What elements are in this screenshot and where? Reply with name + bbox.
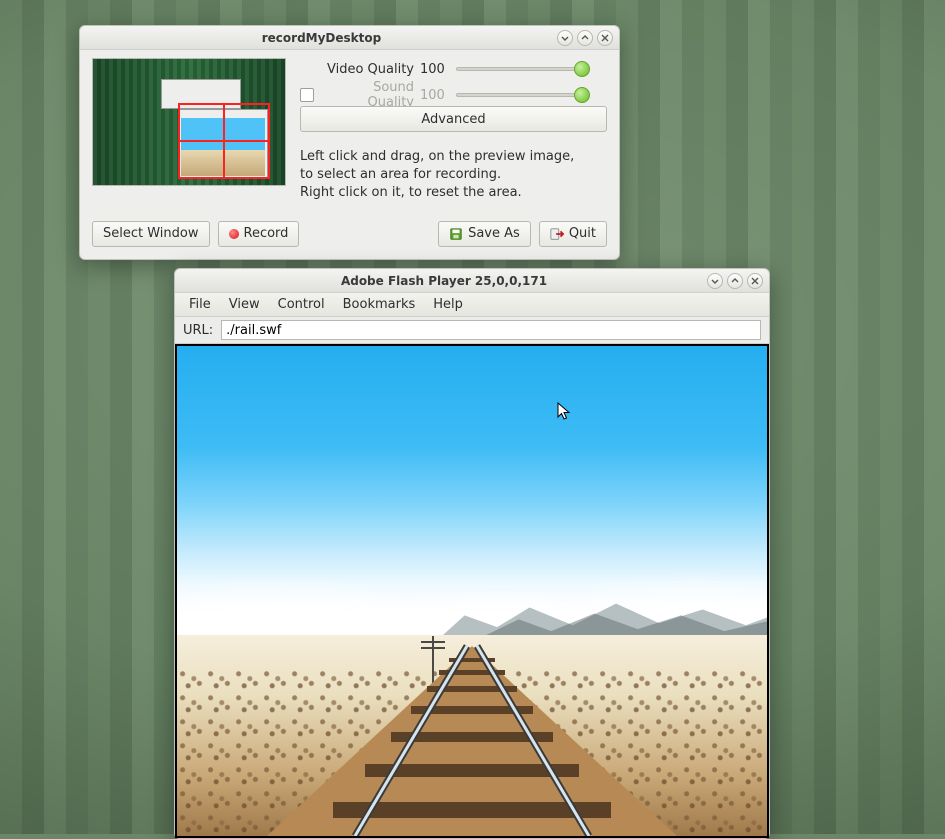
record-button[interactable]: Record xyxy=(218,221,300,247)
window-title: Adobe Flash Player 25,0,0,171 xyxy=(181,274,707,288)
sound-quality-slider[interactable] xyxy=(456,93,583,97)
menu-bookmarks[interactable]: Bookmarks xyxy=(335,295,424,314)
recording-preview[interactable] xyxy=(92,58,286,186)
menubar: File View Control Bookmarks Help xyxy=(175,293,769,317)
record-icon xyxy=(229,229,239,239)
advanced-button[interactable]: Advanced xyxy=(300,106,607,132)
menu-help[interactable]: Help xyxy=(425,295,471,314)
minimize-button[interactable] xyxy=(557,30,573,46)
url-label: URL: xyxy=(183,323,213,338)
window-title: recordMyDesktop xyxy=(86,31,557,45)
quit-icon xyxy=(550,227,564,241)
flash-player-window: Adobe Flash Player 25,0,0,171 File View … xyxy=(174,268,770,839)
menu-file[interactable]: File xyxy=(181,295,219,314)
menu-control[interactable]: Control xyxy=(270,295,333,314)
flash-stage[interactable] xyxy=(177,346,767,836)
video-quality-value: 100 xyxy=(420,62,450,77)
sound-enable-checkbox[interactable] xyxy=(300,88,314,102)
video-quality-slider[interactable] xyxy=(456,67,583,71)
close-button[interactable] xyxy=(747,273,763,289)
titlebar[interactable]: Adobe Flash Player 25,0,0,171 xyxy=(175,269,769,293)
maximize-button[interactable] xyxy=(727,273,743,289)
titlebar[interactable]: recordMyDesktop xyxy=(80,26,619,50)
select-window-button[interactable]: Select Window xyxy=(92,221,210,247)
recordmydesktop-window: recordMyDesktop Video Q xyxy=(79,25,620,260)
minimize-button[interactable] xyxy=(707,273,723,289)
maximize-button[interactable] xyxy=(577,30,593,46)
quit-button[interactable]: Quit xyxy=(539,221,607,247)
save-icon xyxy=(449,227,463,241)
instructions-text: Left click and drag, on the preview imag… xyxy=(300,148,607,203)
save-as-button[interactable]: Save As xyxy=(438,221,531,247)
video-quality-label: Video Quality xyxy=(324,62,414,77)
sound-quality-value: 100 xyxy=(420,88,450,103)
rail-scene-graphic xyxy=(177,346,767,836)
close-button[interactable] xyxy=(597,30,613,46)
url-input[interactable] xyxy=(221,320,761,340)
menu-view[interactable]: View xyxy=(221,295,268,314)
